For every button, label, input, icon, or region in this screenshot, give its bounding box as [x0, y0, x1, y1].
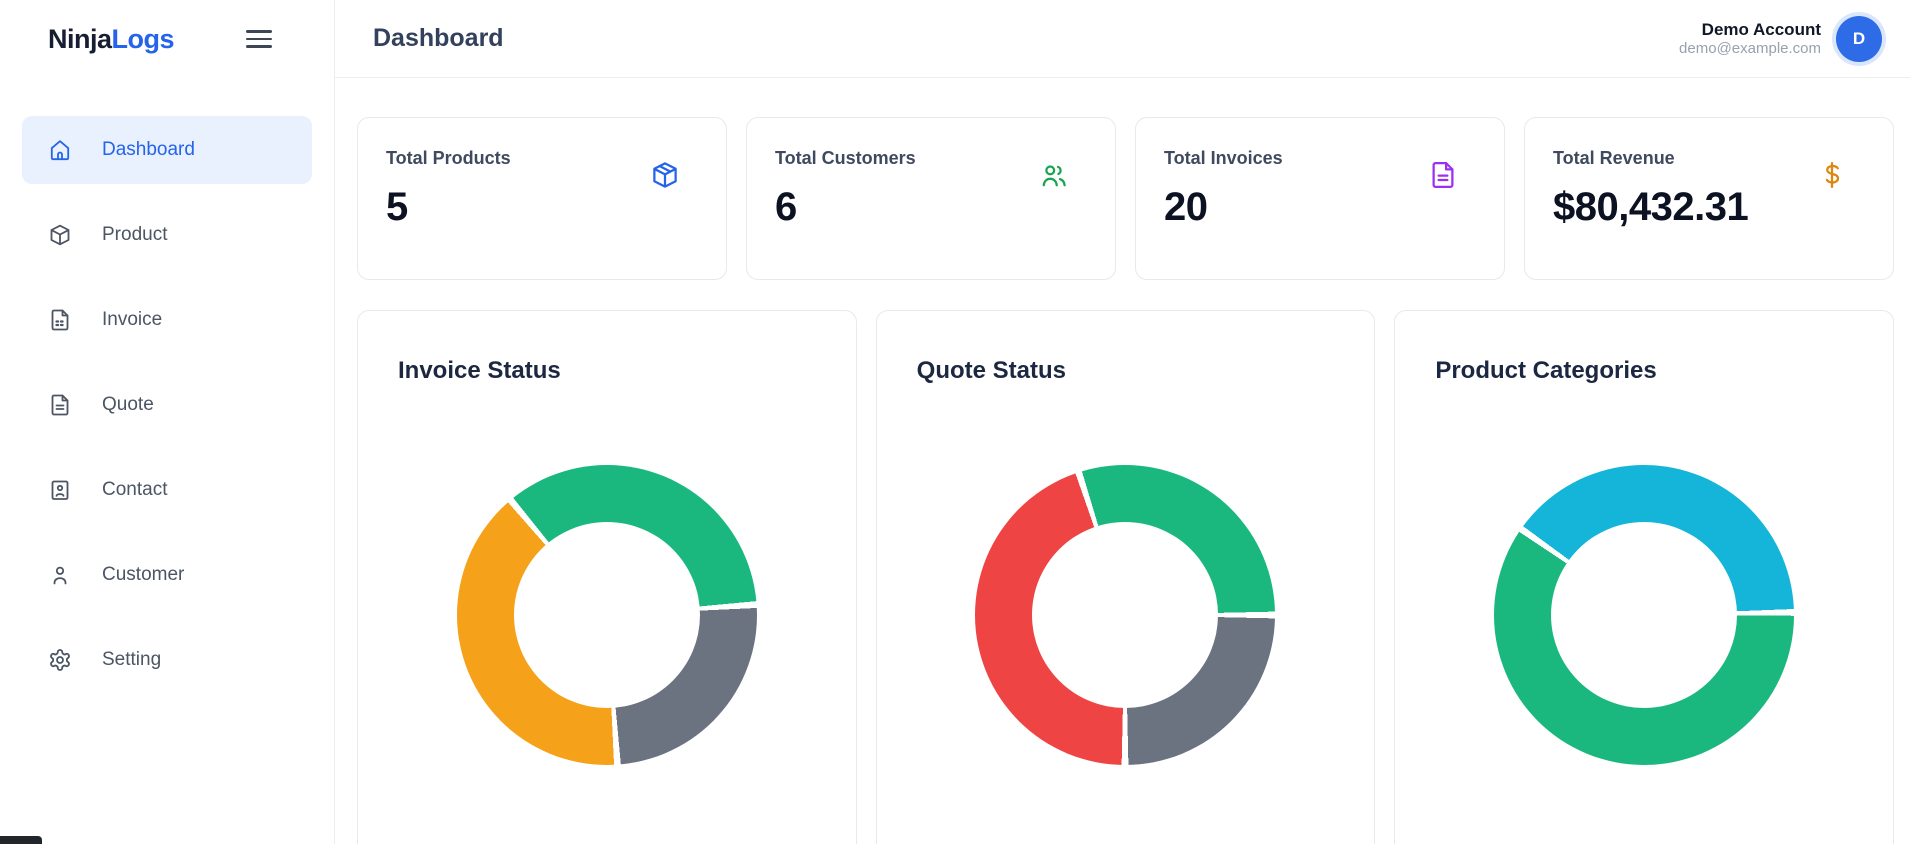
- stat-value: 6: [775, 185, 797, 229]
- hamburger-menu-icon[interactable]: [246, 25, 272, 53]
- donut-hole: [1551, 522, 1738, 708]
- page-title: Dashboard: [373, 24, 504, 52]
- sidebar-item-product[interactable]: Product: [22, 201, 312, 269]
- sidebar-item-contact[interactable]: Contact: [22, 456, 312, 524]
- app-logo[interactable]: NinjaLogs: [48, 23, 175, 55]
- chart-card-invoice-status: Invoice Status: [357, 310, 857, 844]
- contact-badge-icon: [51, 480, 69, 500]
- user-icon: [53, 566, 67, 585]
- stats-row: Total Products 5 Total Customers 6 Total…: [357, 117, 1894, 280]
- donut-hole: [513, 522, 700, 708]
- stat-card-total-products: Total Products 5: [357, 117, 727, 280]
- sidebar-item-label: Invoice: [102, 309, 163, 330]
- sidebar-item-label: Quote: [102, 394, 154, 415]
- sidebar-item-invoice[interactable]: Invoice: [22, 286, 312, 354]
- browser-status-tooltip: [0, 836, 42, 844]
- invoice-document-icon: [51, 309, 69, 331]
- logo-text-accent: Logs: [111, 23, 175, 54]
- account-name: Demo Account: [1701, 19, 1821, 39]
- sidebar-item-label: Customer: [102, 564, 185, 585]
- quote-document-icon: [51, 394, 69, 416]
- stat-card-total-revenue: Total Revenue $80,432.31: [1524, 117, 1894, 280]
- sidebar-item-quote[interactable]: Quote: [22, 371, 312, 439]
- sidebar-item-setting[interactable]: Setting: [22, 626, 312, 694]
- account-email: demo@example.com: [1679, 39, 1821, 57]
- dollar-icon: [1817, 160, 1847, 190]
- sidebar-item-label: Product: [102, 224, 168, 245]
- product-categories-donut-chart[interactable]: [1494, 465, 1795, 765]
- sidebar: NinjaLogs Dashboard Product Invoice Quot…: [0, 0, 335, 844]
- gear-icon: [50, 649, 70, 671]
- chart-title: Quote Status: [916, 357, 1066, 384]
- chart-card-quote-status: Quote Status: [875, 310, 1376, 844]
- invoice-status-donut-chart[interactable]: [456, 465, 757, 765]
- account-text: Demo Account demo@example.com: [1679, 19, 1821, 59]
- main-area: Dashboard Demo Account demo@example.com …: [335, 0, 1910, 844]
- users-icon: [1039, 160, 1069, 190]
- avatar[interactable]: D: [1836, 15, 1882, 62]
- sidebar-item-label: Contact: [102, 479, 168, 500]
- cube-icon: [650, 160, 680, 190]
- charts-row: Invoice Status Quote Status Product Cate…: [357, 310, 1894, 844]
- stat-value: 5: [386, 185, 408, 229]
- sidebar-item-dashboard[interactable]: Dashboard: [22, 116, 312, 184]
- sidebar-item-customer[interactable]: Customer: [22, 541, 312, 609]
- top-header: Dashboard Demo Account demo@example.com …: [335, 0, 1910, 78]
- home-icon: [50, 140, 70, 161]
- chart-card-product-categories: Product Categories: [1394, 310, 1894, 844]
- logo-row: NinjaLogs: [0, 0, 334, 78]
- sidebar-item-label: Dashboard: [102, 139, 195, 160]
- chart-title: Invoice Status: [398, 357, 561, 384]
- logo-text-dark: Ninja: [48, 23, 112, 54]
- file-text-icon: [1428, 160, 1458, 190]
- donut-hole: [1032, 522, 1219, 708]
- stat-value: 20: [1164, 185, 1208, 229]
- package-icon: [50, 224, 70, 246]
- stat-card-total-customers: Total Customers 6: [746, 117, 1116, 280]
- chart-title: Product Categories: [1435, 357, 1657, 384]
- sidebar-nav: Dashboard Product Invoice Quote Contact …: [0, 78, 334, 711]
- dashboard-content: Total Products 5 Total Customers 6 Total…: [335, 78, 1910, 844]
- stat-card-total-invoices: Total Invoices 20: [1135, 117, 1505, 280]
- quote-status-donut-chart[interactable]: [975, 465, 1276, 765]
- account-menu[interactable]: Demo Account demo@example.com D: [1679, 15, 1888, 62]
- sidebar-item-label: Setting: [102, 649, 162, 670]
- stat-value: $80,432.31: [1553, 185, 1749, 229]
